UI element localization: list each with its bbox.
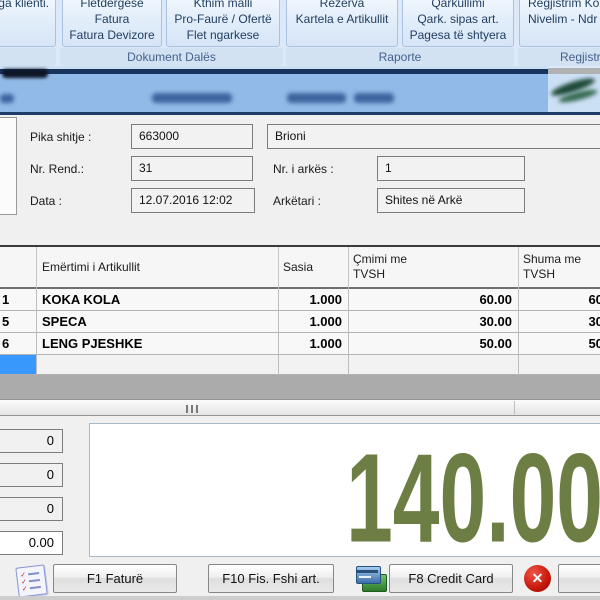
row-price: 30.00 xyxy=(388,311,512,332)
ribbon-button-line: Pagesa të shtyera xyxy=(403,27,513,43)
data-field[interactable]: 12.07.2016 12:02 xyxy=(131,188,255,213)
total-field-3[interactable]: 0 xyxy=(0,497,63,521)
row-price: 60.00 xyxy=(388,289,512,310)
grid-row[interactable]: 6 LENG PJESHKE 1.000 50.00 50.00 xyxy=(0,333,600,355)
total-field-2[interactable]: 0 xyxy=(0,463,63,487)
nr-arkes-label: Nr. i arkës : xyxy=(273,162,334,176)
grid-row[interactable]: 1 KOKA KOLA 1.000 60.00 60.00 xyxy=(0,289,600,311)
arketari-field[interactable]: Shites në Arkë xyxy=(377,188,525,213)
grip-dots-icon xyxy=(196,405,198,413)
ribbon-button-label: …ga klienti. xyxy=(0,0,49,11)
ribbon-button-line: Flet ngarkese xyxy=(167,27,279,43)
ribbon-group-regjistr: Regjistr xyxy=(518,48,600,66)
grip-dots-icon xyxy=(191,405,193,413)
window-bottom-edge xyxy=(0,596,600,600)
ribbon-button-line: Fletdërgese xyxy=(63,0,161,11)
grid-column-divider xyxy=(348,287,349,375)
pos-window: …ga klienti. Fletdërgese Fatura Fatura D… xyxy=(0,0,600,600)
redacted-text xyxy=(354,93,394,103)
grid-row-empty[interactable] xyxy=(0,355,600,375)
grid-header-price[interactable]: Çmimi me TVSH xyxy=(353,247,433,287)
grid-header-sum[interactable]: Shuma me TVSH xyxy=(523,247,600,287)
grid-column-divider xyxy=(36,287,37,375)
splitter-seam xyxy=(514,401,515,414)
row-number: 1 xyxy=(2,289,34,310)
row-number: 5 xyxy=(2,311,34,332)
row-article-name: LENG PJESHKE xyxy=(42,333,272,354)
ribbon-button-line: Qarkullimi xyxy=(403,0,513,11)
grid-column-divider xyxy=(278,247,279,287)
ribbon-button-nivelim[interactable]: Regjistrim Ko Nivelim - Ndr xyxy=(519,0,600,47)
grid-column-divider xyxy=(278,287,279,375)
row-qty: 1.000 xyxy=(258,289,342,310)
total-field-4[interactable]: 0.00 xyxy=(0,531,63,555)
grid-footer-band xyxy=(0,375,600,399)
ribbon-button-profature-oferte[interactable]: Kthim malli Pro-Faurë / Ofertë Flet ngar… xyxy=(166,0,280,47)
f8-credit-card-button[interactable]: F8 Credit Card xyxy=(389,564,513,593)
f10-fshi-art-button[interactable]: F10 Fis. Fshi art. xyxy=(208,564,334,593)
grid-column-divider xyxy=(348,247,349,287)
redacted-text xyxy=(2,69,48,78)
ribbon-button-line xyxy=(287,27,397,43)
redacted-text xyxy=(152,93,232,103)
nr-rend-field[interactable]: 31 xyxy=(131,156,253,181)
pika-shitje-label: Pika shitje : xyxy=(30,130,91,144)
info-bar-bottom-edge xyxy=(0,112,600,115)
ribbon-button-line: Kthim malli xyxy=(167,0,279,11)
nr-rend-label: Nr. Rend.: xyxy=(30,162,84,176)
ribbon-group-dokument-dales: Dokument Dalës xyxy=(60,48,283,66)
grid-header-qty[interactable]: Sasia xyxy=(283,247,313,287)
ribbon-button-line: Nivelim - Ndr xyxy=(528,11,600,27)
ribbon-button-pagesa-nga-klienti[interactable]: …ga klienti. xyxy=(0,0,56,47)
grid-header-name[interactable]: Emërtimi i Artikullit xyxy=(42,247,140,287)
grid-column-divider xyxy=(518,287,519,375)
ribbon-group-cut xyxy=(0,48,56,66)
partial-button-cut[interactable] xyxy=(558,564,600,593)
ribbon-button-line: Pro-Faurë / Ofertë xyxy=(167,11,279,27)
data-label: Data : xyxy=(30,194,62,208)
ribbon-button-line: Kartela e Artikullit xyxy=(287,11,397,27)
row-number: 6 xyxy=(2,333,34,354)
grip-dots-icon xyxy=(186,405,188,413)
ribbon-button-qarkullimi[interactable]: Qarkullimi Qark. sipas art. Pagesa të sh… xyxy=(402,0,514,47)
splitter-handle[interactable] xyxy=(0,399,600,416)
total-field-1[interactable]: 0 xyxy=(0,429,63,453)
row-sum: 30.00 xyxy=(524,311,600,332)
arketari-label: Arkëtari : xyxy=(273,194,321,208)
row-sum: 50.00 xyxy=(524,333,600,354)
ribbon-button-line xyxy=(528,27,600,43)
info-bar xyxy=(0,74,548,112)
grid-row[interactable]: 5 SPECA 1.000 30.00 30.00 xyxy=(0,311,600,333)
grand-total-display: 140.00 xyxy=(89,423,600,557)
nr-arkes-field[interactable]: 1 xyxy=(377,156,525,181)
pika-shitje-name-field[interactable]: Brioni xyxy=(267,124,600,149)
redacted-text xyxy=(0,94,14,103)
pika-shitje-field[interactable]: 663000 xyxy=(131,124,253,149)
ribbon-button-line: Rezerva xyxy=(287,0,397,11)
selected-cell[interactable] xyxy=(0,355,36,374)
checklist-icon[interactable]: ✓✓✓ xyxy=(15,564,47,597)
ribbon-button-line: Qark. sipas art. xyxy=(403,11,513,27)
ribbon-button-line: Fatura Devizore xyxy=(63,27,161,43)
row-article-name: SPECA xyxy=(42,311,272,332)
credit-card-icon[interactable] xyxy=(356,565,386,592)
grid-column-divider xyxy=(518,247,519,287)
ribbon-button-fatura[interactable]: Fletdërgese Fatura Fatura Devizore xyxy=(62,0,162,47)
redacted-text xyxy=(287,93,346,103)
row-qty: 1.000 xyxy=(258,311,342,332)
ribbon-button-line: Regjistrim Ko xyxy=(528,0,600,11)
grand-total-value: 140.00 xyxy=(346,425,600,557)
ribbon-group-raporte: Raporte xyxy=(286,48,514,66)
ribbon-button-kartela-artikullit[interactable]: Rezerva Kartela e Artikullit xyxy=(286,0,398,47)
row-qty: 1.000 xyxy=(258,333,342,354)
close-icon[interactable]: ✕ xyxy=(524,565,551,592)
row-article-name: KOKA KOLA xyxy=(42,289,272,310)
row-sum: 60.00 xyxy=(524,289,600,310)
f1-fature-button[interactable]: F1 Faturë xyxy=(53,564,177,593)
side-panel-cut xyxy=(0,117,17,215)
grid-column-divider xyxy=(36,247,37,287)
row-price: 50.00 xyxy=(388,333,512,354)
ribbon-button-line: Fatura xyxy=(63,11,161,27)
